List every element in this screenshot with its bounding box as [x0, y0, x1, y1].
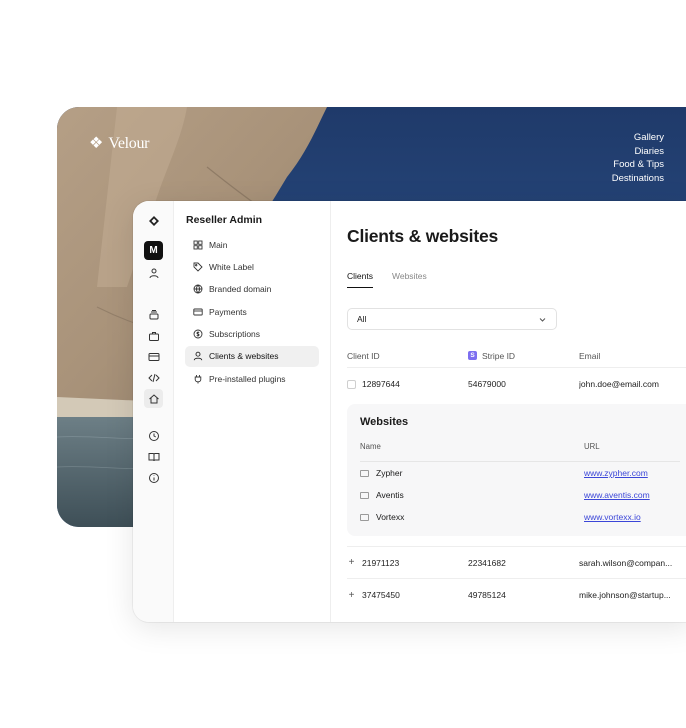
- credit-card-icon[interactable]: [144, 347, 163, 366]
- website-url-link[interactable]: www.vortexx.io: [584, 512, 641, 522]
- column-header-url: URL: [584, 442, 600, 451]
- sidebar-title: Reseller Admin: [186, 214, 263, 226]
- website-name: Zypher: [376, 468, 403, 478]
- stripe-id-cell: 54679000: [468, 379, 506, 389]
- email-cell: john.doe@email.com: [579, 379, 659, 389]
- website-url-link[interactable]: www.aventis.com: [584, 490, 650, 500]
- info-icon[interactable]: [144, 468, 163, 487]
- website-name: Aventis: [376, 490, 404, 500]
- user-icon: [193, 352, 203, 361]
- brand-logo[interactable]: ❖ Velour: [89, 135, 150, 153]
- admin-sidebar: Reseller Admin Main White Label Branded …: [174, 201, 331, 622]
- table-row[interactable]: 12897644 54679000 john.doe@email.com: [347, 368, 686, 400]
- sidebar-item-label: Clients & websites: [209, 351, 279, 362]
- stack-icon[interactable]: [144, 305, 163, 324]
- sidebar-item-white-label[interactable]: White Label: [185, 256, 319, 277]
- tab-websites[interactable]: Websites: [392, 271, 427, 288]
- website-row[interactable]: Zypher www.zypher.com: [360, 462, 680, 484]
- column-header-name: Name: [360, 442, 381, 451]
- column-header-email[interactable]: Email: [579, 351, 600, 361]
- expand-row-icon[interactable]: +: [347, 590, 356, 600]
- sidebar-item-label: Subscriptions: [209, 329, 261, 340]
- sidebar-item-label: Pre-installed plugins: [209, 373, 286, 384]
- clock-icon[interactable]: [144, 426, 163, 445]
- chevron-down-icon: [539, 317, 546, 322]
- column-header-stripe-id[interactable]: Stripe ID: [482, 351, 515, 361]
- tab-bar: Clients Websites: [347, 271, 686, 288]
- admin-window: M Reseller Admin Main White Label Brande…: [133, 201, 686, 622]
- sidebar-item-subscriptions[interactable]: Subscriptions: [185, 324, 319, 345]
- brand-name: Velour: [108, 135, 150, 152]
- stripe-icon: S: [468, 351, 477, 360]
- websites-panel-title: Websites: [360, 416, 409, 428]
- table-row[interactable]: +37475450 49785124 mike.johnson@startup.…: [347, 579, 686, 611]
- workspace-avatar[interactable]: M: [144, 241, 163, 260]
- client-id-cell: 21971123: [362, 557, 400, 568]
- email-cell: sarah.wilson@compan...: [579, 557, 673, 568]
- sidebar-item-label: Payments: [209, 306, 247, 317]
- tag-icon: [193, 262, 203, 272]
- logo-mark-icon: ❖: [89, 135, 104, 152]
- site-nav: Gallery Diaries Food & Tips Destinations: [612, 131, 664, 185]
- filter-select[interactable]: All: [347, 308, 557, 330]
- websites-table-header: Name URL: [360, 442, 680, 462]
- sidebar-item-label: White Label: [209, 261, 254, 272]
- table-row[interactable]: +21971123 22341682 sarah.wilson@compan..…: [347, 547, 686, 579]
- column-header-client-id[interactable]: Client ID: [347, 351, 380, 361]
- plug-icon: [194, 374, 202, 384]
- sidebar-item-label: Branded domain: [209, 284, 272, 295]
- nav-link-gallery[interactable]: Gallery: [612, 131, 664, 145]
- tab-clients[interactable]: Clients: [347, 271, 373, 288]
- stripe-id-cell: 22341682: [468, 557, 506, 568]
- sidebar-item-branded-domain[interactable]: Branded domain: [185, 279, 319, 300]
- expand-row-icon[interactable]: +: [347, 558, 356, 568]
- websites-panel: Websites Name URL Zypher www.zypher.com …: [347, 404, 686, 536]
- nav-link-diaries[interactable]: Diaries: [612, 145, 664, 159]
- stripe-id-cell: 49785124: [468, 590, 506, 600]
- sidebar-item-pre-installed-plugins[interactable]: Pre-installed plugins: [185, 368, 319, 389]
- grid-icon: [193, 240, 203, 249]
- code-icon[interactable]: [144, 368, 163, 387]
- page-title: Clients & websites: [347, 226, 499, 246]
- icon-rail: M: [133, 201, 174, 622]
- app-logo-icon[interactable]: [144, 211, 163, 230]
- book-icon[interactable]: [144, 447, 163, 466]
- sidebar-item-payments[interactable]: Payments: [185, 301, 319, 322]
- website-row[interactable]: Aventis www.aventis.com: [360, 484, 680, 506]
- table-header: Client ID S Stripe ID Email: [347, 344, 686, 368]
- globe-icon: [193, 284, 203, 294]
- website-icon: [360, 469, 369, 477]
- sidebar-item-main[interactable]: Main: [185, 234, 319, 255]
- filter-select-value: All: [357, 314, 367, 324]
- main-content: Clients & websites Clients Websites All …: [331, 201, 686, 622]
- client-id-cell: 12897644: [362, 379, 400, 389]
- briefcase-icon[interactable]: [144, 326, 163, 345]
- client-id-cell: 37475450: [362, 590, 400, 600]
- row-checkbox[interactable]: [347, 379, 356, 389]
- website-icon: [360, 491, 369, 499]
- users-icon[interactable]: [144, 263, 163, 282]
- sidebar-item-label: Main: [209, 239, 228, 250]
- nav-link-destinations[interactable]: Destinations: [612, 172, 664, 186]
- sidebar-item-clients-websites[interactable]: Clients & websites: [185, 345, 319, 367]
- website-url-link[interactable]: www.zypher.com: [584, 468, 648, 478]
- website-icon: [360, 513, 369, 521]
- card-icon: [193, 308, 203, 316]
- home-icon[interactable]: [144, 389, 163, 408]
- email-cell: mike.johnson@startup...: [579, 590, 671, 600]
- dollar-cycle-icon: [193, 329, 203, 339]
- nav-link-food-tips[interactable]: Food & Tips: [612, 158, 664, 172]
- website-name: Vortexx: [376, 512, 405, 522]
- website-row[interactable]: Vortexx www.vortexx.io: [360, 506, 680, 528]
